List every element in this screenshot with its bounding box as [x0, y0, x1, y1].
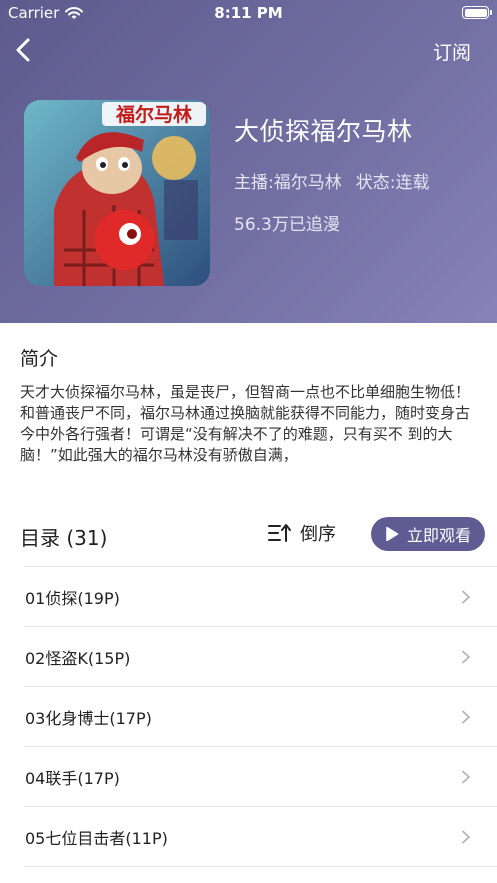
chapter-item[interactable]: 05七位目击者(11P)	[24, 807, 497, 867]
chapter-item[interactable]: 04联手(17P)	[24, 747, 497, 807]
chevron-right-icon	[462, 590, 470, 603]
chapter-label: 01侦探(19P)	[25, 588, 120, 608]
cover-title-text: 福尔马林	[115, 103, 192, 126]
chevron-right-icon	[462, 710, 470, 723]
intro-heading: 简介	[20, 348, 59, 370]
clock: 8:11 PM	[214, 4, 283, 22]
subscribe-button[interactable]: 订阅	[433, 38, 471, 65]
chapter-label: 04联手(17P)	[25, 768, 120, 788]
chapter-item[interactable]: 03化身博士(17P)	[24, 687, 497, 747]
battery-icon	[462, 6, 492, 19]
toc-heading: 目录 (31)	[20, 526, 108, 550]
comic-cover[interactable]: 福尔马林	[24, 100, 210, 286]
chapter-item[interactable]: 02怪盗K(15P)	[24, 627, 497, 687]
anchor-label: 主播:福尔马林	[234, 173, 342, 193]
chevron-right-icon	[462, 650, 470, 663]
intro-text: 天才大侦探福尔马林，虽是丧尸，但智商一点也不比单细胞生物低！和普通丧尸不同，福尔…	[20, 383, 471, 464]
back-button[interactable]	[12, 36, 36, 64]
comic-meta: 主播:福尔马林 状态:连载	[234, 168, 429, 193]
comic-cover-art: 福尔马林	[24, 100, 210, 286]
sort-label: 倒序	[300, 524, 336, 545]
chevron-left-icon	[16, 38, 30, 62]
chevron-right-icon	[462, 770, 470, 783]
chevron-right-icon	[462, 830, 470, 843]
watch-now-button[interactable]: 立即观看	[371, 517, 485, 551]
chapter-list: 01侦探(19P) 02怪盗K(15P) 03化身博士(17P) 04联手(17…	[24, 566, 497, 867]
comic-title: 大侦探福尔马林	[234, 117, 413, 146]
chapter-label: 02怪盗K(15P)	[25, 648, 131, 668]
sort-button[interactable]: 倒序	[268, 520, 336, 546]
comic-info: 大侦探福尔马林 主播:福尔马林 状态:连载 56.3万已追漫	[234, 112, 429, 235]
chapter-item[interactable]: 01侦探(19P)	[24, 567, 497, 627]
comic-header: Carrier 8:11 PM 订阅 福尔马林 大侦探福尔马林 主播:福尔马林 …	[0, 0, 497, 323]
sort-icon	[268, 524, 291, 542]
chapter-label: 03化身博士(17P)	[25, 708, 152, 728]
chapter-label: 05七位目击者(11P)	[25, 828, 168, 848]
follow-count: 56.3万已追漫	[234, 215, 340, 235]
status-label: 状态:连载	[355, 173, 430, 193]
watch-now-label: 立即观看	[406, 526, 471, 545]
play-icon	[386, 526, 399, 542]
status-bar: Carrier 8:11 PM	[0, 0, 497, 26]
